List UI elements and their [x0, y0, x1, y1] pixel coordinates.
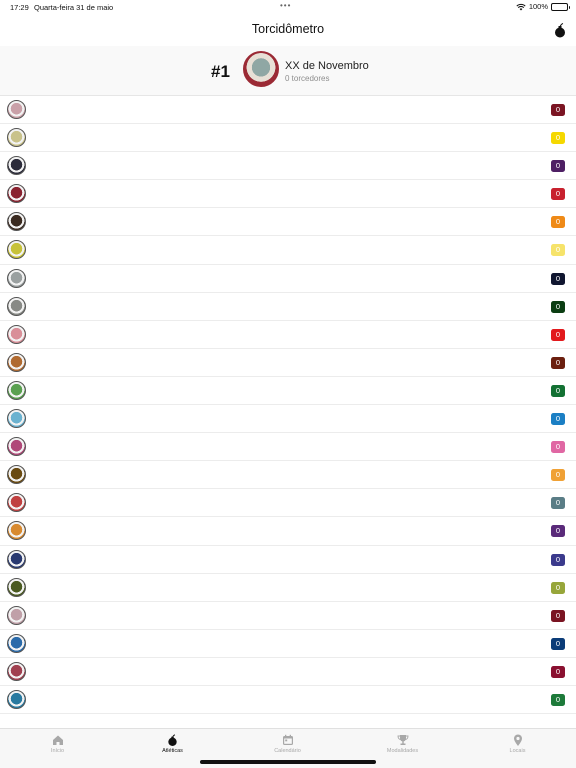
home-icon [52, 735, 63, 745]
fan-count-badge: 0 [551, 497, 565, 510]
fan-count-badge: 0 [551, 132, 565, 145]
team-logo [7, 128, 26, 148]
team-logo [7, 212, 26, 232]
team-row[interactable]: 0 [0, 546, 576, 574]
team-logo [7, 493, 26, 513]
wifi-icon [516, 3, 526, 10]
team-row[interactable]: 0 [0, 405, 576, 434]
team-row[interactable]: 0 [0, 265, 576, 293]
team-logo [7, 156, 26, 176]
team-logo [7, 268, 26, 288]
team-row[interactable]: 0 [0, 630, 576, 658]
multitasking-dots[interactable]: ••• [280, 1, 291, 10]
battery-icon [551, 2, 570, 11]
tab-calendario[interactable]: Calendário [230, 731, 345, 754]
team-logo [7, 184, 26, 204]
fan-count-badge: 0 [551, 104, 565, 116]
team-row[interactable]: 0 [0, 180, 576, 209]
fan-count-badge: 0 [551, 160, 565, 173]
team-row[interactable]: 0 [0, 96, 576, 125]
status-bar: 17:29 Quarta-feira 31 de maio ••• 100% [0, 0, 576, 14]
navigation-bar: Torcidômetro [0, 14, 576, 46]
fan-count-badge: 0 [551, 441, 565, 454]
team-logo [7, 465, 26, 485]
top-team-logo [243, 51, 279, 87]
fan-count-badge: 0 [551, 216, 565, 229]
team-row[interactable]: 0 [0, 349, 576, 377]
fan-count-badge: 0 [551, 525, 565, 538]
fan-count-badge: 0 [551, 637, 565, 650]
page-title: Torcidômetro [251, 22, 325, 36]
top-rank: #1 [211, 62, 230, 81]
team-row[interactable]: 0 [0, 686, 576, 715]
team-logo [7, 689, 26, 709]
team-logo [7, 549, 26, 569]
tab-label: Modalidades [386, 748, 419, 754]
fan-count-badge: 0 [551, 413, 565, 426]
team-row[interactable]: 0 [0, 321, 576, 349]
location-pin-icon [513, 734, 522, 746]
top-team-fans: 0 torcedores [285, 74, 330, 83]
team-row[interactable]: 0 [0, 377, 576, 406]
team-logo [7, 240, 26, 260]
team-row[interactable]: 0 [0, 489, 576, 518]
team-list: 0 0 0 0 0 0 0 0 0 0 0 0 0 0 0 0 0 0 0 0 0 0 [0, 96, 576, 715]
team-logo [7, 409, 26, 429]
bomb-icon [168, 734, 177, 746]
bomb-icon[interactable] [554, 22, 566, 38]
team-logo [7, 605, 26, 625]
tab-label: Início [50, 748, 65, 754]
fan-count-badge: 0 [551, 356, 565, 369]
tab-inicio[interactable]: Início [0, 731, 115, 754]
trophy-icon [397, 735, 408, 745]
team-logo [7, 380, 26, 400]
top-team-card[interactable]: #1 XX de Novembro 0 torcedores [0, 46, 576, 96]
fan-count-badge: 0 [551, 581, 565, 594]
team-row[interactable]: 0 [0, 236, 576, 265]
top-team-name: XX de Novembro [285, 60, 369, 72]
team-logo [7, 633, 26, 653]
tab-atleticas[interactable]: Atléticas [115, 731, 230, 754]
fan-count-badge: 0 [551, 693, 565, 706]
fan-count-badge: 0 [551, 384, 565, 397]
tab-modalidades[interactable]: Modalidades [345, 731, 460, 754]
team-row[interactable]: 0 [0, 208, 576, 237]
fan-count-badge: 0 [551, 609, 565, 622]
tab-label: Atléticas [162, 748, 183, 754]
fan-count-badge: 0 [551, 328, 565, 341]
team-logo [7, 324, 26, 344]
fan-count-badge: 0 [551, 300, 565, 313]
fan-count-badge: 0 [551, 272, 565, 285]
fan-count-badge: 0 [551, 244, 565, 257]
status-time: 17:29 [10, 3, 29, 12]
fan-count-badge: 0 [551, 665, 565, 678]
fan-count-badge: 0 [551, 553, 565, 566]
fan-count-badge: 0 [551, 188, 565, 201]
home-indicator [200, 760, 376, 764]
team-logo [7, 100, 26, 119]
team-row[interactable]: 0 [0, 433, 576, 462]
team-logo [7, 437, 26, 457]
status-indicators: 100% [516, 2, 570, 11]
fan-count-badge: 0 [551, 469, 565, 482]
team-row[interactable]: 0 [0, 602, 576, 630]
team-row[interactable]: 0 [0, 517, 576, 546]
team-logo [7, 661, 26, 681]
team-row[interactable]: 0 [0, 293, 576, 321]
status-date: Quarta-feira 31 de maio [34, 3, 114, 12]
team-row[interactable]: 0 [0, 461, 576, 490]
team-row[interactable]: 0 [0, 152, 576, 181]
team-logo [7, 521, 26, 541]
tab-label: Calendário [274, 748, 301, 754]
calendar-icon [282, 734, 293, 745]
team-row[interactable]: 0 [0, 658, 576, 686]
tab-locais[interactable]: Locais [460, 731, 575, 754]
tab-label: Locais [509, 748, 526, 754]
team-logo [7, 577, 26, 597]
battery-percent: 100% [528, 2, 548, 11]
team-row[interactable]: 0 [0, 124, 576, 153]
team-logo [7, 296, 26, 316]
team-row[interactable]: 0 [0, 574, 576, 602]
team-logo [7, 352, 26, 372]
